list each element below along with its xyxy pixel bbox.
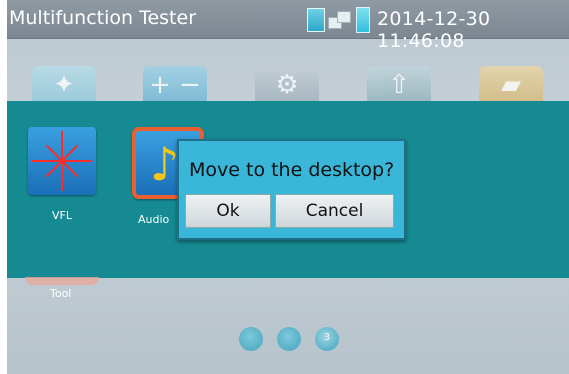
- page-dot-1[interactable]: [239, 327, 263, 351]
- cancel-button[interactable]: Cancel: [275, 194, 394, 228]
- ok-button[interactable]: Ok: [185, 194, 271, 228]
- folder-icon[interactable]: ▰: [479, 66, 543, 106]
- app-label-vfl: VFL: [52, 209, 72, 222]
- datetime: 2014-12-30 11:46:08: [377, 8, 491, 52]
- network-icon: [328, 11, 351, 29]
- tool-app-icon[interactable]: [25, 277, 99, 285]
- screen: Multifunction Tester 2014-12-30 11:46:08…: [7, 0, 569, 374]
- app-label-tool: Tool: [50, 287, 72, 300]
- page-indicator: 3: [239, 327, 339, 351]
- page-dot-current[interactable]: 3: [315, 327, 339, 351]
- app-title: Multifunction Tester: [9, 7, 197, 29]
- app-vfl[interactable]: VFL: [27, 127, 97, 222]
- page-dot-2[interactable]: [277, 327, 301, 351]
- gear-icon[interactable]: ⚙: [255, 66, 319, 106]
- plus-minus-icon[interactable]: + −: [143, 66, 207, 106]
- battery-icon: [356, 7, 370, 33]
- laser-icon: [28, 127, 96, 195]
- upload-icon[interactable]: ⇧: [367, 66, 431, 106]
- current-page-number: 3: [323, 332, 331, 343]
- title-bar: Multifunction Tester 2014-12-30 11:46:08: [7, 0, 569, 52]
- signal-icon: [307, 8, 325, 32]
- status-icons: [307, 7, 370, 33]
- dialog-message: Move to the desktop?: [189, 159, 395, 181]
- flashlight-icon[interactable]: ✦: [32, 66, 96, 106]
- move-to-desktop-dialog: Move to the desktop? Ok Cancel: [177, 139, 406, 240]
